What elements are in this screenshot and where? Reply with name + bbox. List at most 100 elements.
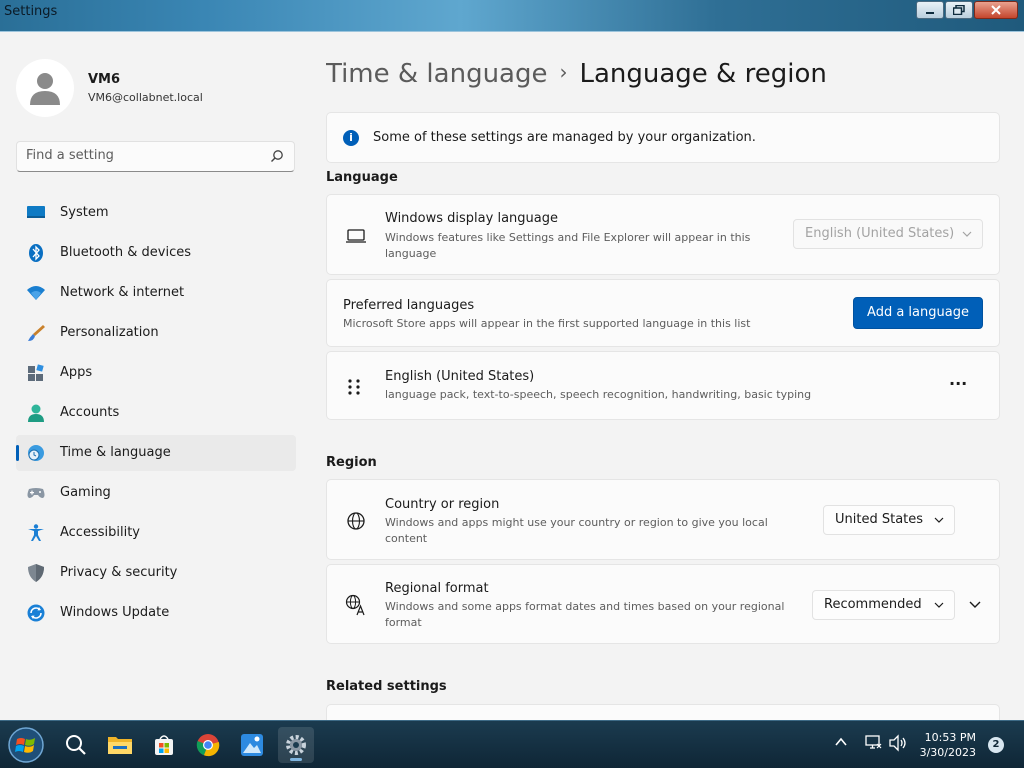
info-icon: i — [343, 130, 359, 146]
taskbar-photos[interactable] — [234, 727, 270, 763]
sidebar-item-time-language[interactable]: Time & language — [16, 435, 296, 471]
sidebar-item-bluetooth[interactable]: Bluetooth & devices — [16, 235, 296, 271]
sidebar-item-label: System — [60, 205, 109, 220]
taskbar-chrome[interactable] — [190, 727, 226, 763]
store-icon — [155, 735, 173, 755]
installed-language-description: language pack, text-to-speech, speech re… — [385, 388, 812, 401]
search-icon[interactable] — [270, 149, 284, 163]
regional-format-card: Regional format Windows and some apps fo… — [326, 564, 1000, 644]
minimize-button[interactable] — [916, 1, 944, 19]
managed-info-text: Some of these settings are managed by yo… — [373, 130, 756, 145]
add-language-button[interactable]: Add a language — [853, 297, 983, 329]
installed-language-card: English (United States) language pack, t… — [326, 351, 1000, 420]
sidebar-item-label: Time & language — [60, 445, 171, 460]
photos-icon — [241, 734, 263, 756]
sidebar-item-system[interactable]: System — [16, 195, 296, 231]
window-title: Settings — [4, 4, 58, 19]
installed-language-title: English (United States) — [385, 369, 535, 384]
page-title: Language & region — [579, 59, 827, 89]
person-icon — [28, 404, 44, 422]
related-settings-card[interactable] — [326, 704, 1000, 720]
country-region-value: United States — [835, 512, 924, 527]
clock-date: 3/30/2023 — [919, 746, 976, 759]
sidebar-item-label: Privacy & security — [60, 565, 178, 580]
title-bar: Settings — [0, 0, 1024, 32]
preferred-languages-card: Preferred languages Microsoft Store apps… — [326, 279, 1000, 347]
sidebar-item-apps[interactable]: Apps — [16, 355, 296, 391]
display-language-value: English (United States) — [805, 226, 955, 241]
sidebar-item-privacy[interactable]: Privacy & security — [16, 555, 296, 591]
sidebar-item-label: Personalization — [60, 325, 159, 340]
monitor-icon — [27, 206, 45, 218]
sidebar-item-label: Gaming — [60, 485, 111, 500]
shield-icon — [28, 564, 44, 582]
expand-chevron-icon[interactable] — [969, 600, 981, 609]
apps-icon — [28, 364, 44, 381]
related-settings-heading: Related settings — [326, 679, 447, 694]
close-icon — [991, 5, 1001, 15]
country-region-card: Country or region Windows and apps might… — [326, 479, 1000, 560]
start-button[interactable] — [6, 725, 46, 765]
clock[interactable]: 10:53 PM 3/30/2023 — [920, 730, 976, 760]
sidebar-item-label: Bluetooth & devices — [60, 245, 191, 260]
sidebar-nav: System Bluetooth & devices Network & int… — [16, 195, 296, 635]
volume-icon[interactable] — [888, 734, 908, 752]
sidebar-item-windows-update[interactable]: Windows Update — [16, 595, 296, 631]
gamepad-icon — [27, 488, 45, 498]
regional-format-value: Recommended — [824, 597, 922, 612]
network-icon[interactable] — [864, 734, 882, 752]
taskbar-file-explorer[interactable] — [102, 727, 138, 763]
search-icon — [66, 735, 86, 755]
sidebar-item-label: Accessibility — [60, 525, 140, 540]
windows-start-icon — [8, 727, 44, 763]
main-content: Time & language › Language & region i Some… — [326, 33, 1000, 720]
user-name: VM6 — [88, 72, 121, 87]
sidebar-item-gaming[interactable]: Gaming — [16, 475, 296, 511]
window-controls — [915, 1, 1018, 19]
preferred-languages-description: Microsoft Store apps will appear in the … — [343, 317, 751, 330]
sidebar-item-network[interactable]: Network & internet — [16, 275, 296, 311]
chevron-down-icon — [934, 602, 944, 608]
breadcrumb: Time & language › Language & region — [326, 59, 827, 89]
search-input[interactable] — [26, 148, 266, 163]
sidebar-item-accessibility[interactable]: Accessibility — [16, 515, 296, 551]
gear-icon — [286, 735, 306, 755]
restore-button[interactable] — [945, 1, 973, 19]
display-language-title: Windows display language — [385, 211, 558, 226]
preferred-languages-title: Preferred languages — [343, 298, 475, 313]
regional-format-icon — [345, 594, 365, 616]
user-email: VM6@collabnet.local — [88, 91, 203, 104]
taskbar-store[interactable] — [146, 727, 182, 763]
bluetooth-icon — [29, 244, 43, 262]
country-region-title: Country or region — [385, 497, 500, 512]
taskbar-settings[interactable] — [278, 727, 314, 763]
breadcrumb-separator: › — [559, 60, 568, 84]
display-language-dropdown[interactable]: English (United States) — [793, 219, 983, 249]
globe-icon — [347, 512, 365, 530]
notification-badge[interactable]: 2 — [988, 737, 1004, 753]
taskbar-search-button[interactable] — [58, 727, 94, 763]
avatar[interactable] — [16, 59, 74, 117]
sidebar-item-label: Apps — [60, 365, 93, 380]
user-avatar-icon — [30, 73, 60, 105]
restore-icon — [953, 5, 965, 15]
region-heading: Region — [326, 455, 377, 470]
drag-handle-icon[interactable] — [347, 378, 361, 396]
minimize-icon — [926, 12, 934, 14]
laptop-icon — [346, 229, 366, 243]
display-language-card: Windows display language Windows feature… — [326, 194, 1000, 275]
breadcrumb-parent[interactable]: Time & language — [326, 59, 547, 89]
search-box[interactable] — [16, 141, 295, 172]
regional-format-dropdown[interactable]: Recommended — [812, 590, 955, 620]
chevron-up-icon[interactable] — [834, 735, 848, 749]
accessibility-icon — [28, 524, 44, 541]
close-button[interactable] — [974, 1, 1018, 19]
sidebar-item-label: Network & internet — [60, 285, 185, 300]
more-options-button[interactable]: ··· — [949, 374, 967, 393]
chevron-down-icon — [934, 517, 944, 523]
sidebar-item-accounts[interactable]: Accounts — [16, 395, 296, 431]
country-region-dropdown[interactable]: United States — [823, 505, 955, 535]
sidebar-item-personalization[interactable]: Personalization — [16, 315, 296, 351]
managed-info-banner: i Some of these settings are managed by … — [326, 112, 1000, 163]
sidebar: VM6 VM6@collabnet.local System Bluetooth… — [0, 33, 310, 720]
